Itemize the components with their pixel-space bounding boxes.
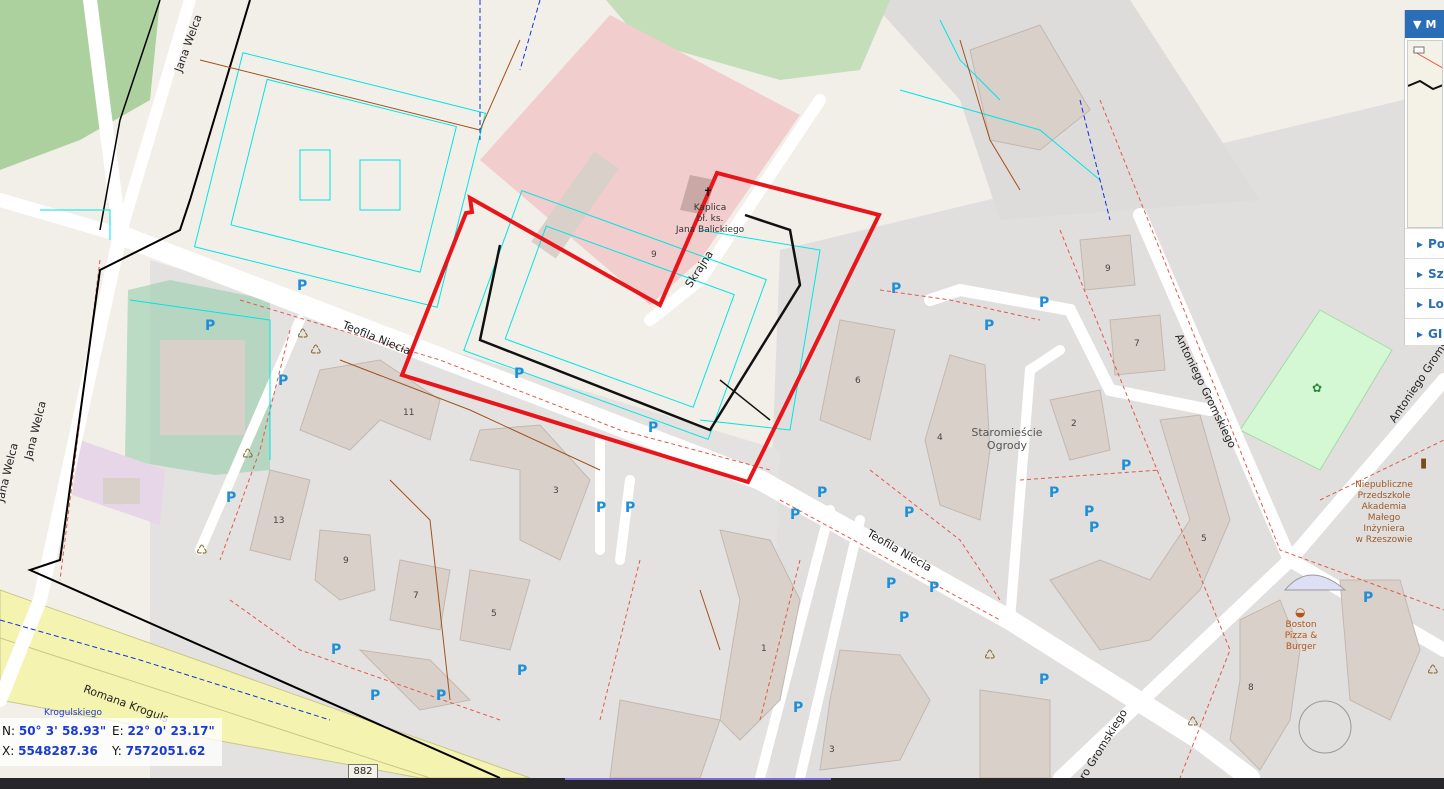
panel-item-2[interactable]: ▸ Sz bbox=[1405, 258, 1444, 288]
place-label-kaplica: Kaplica bł. ks. Jana Balickiego bbox=[675, 203, 745, 235]
svg-text:♺: ♺ bbox=[984, 648, 996, 663]
house-number: 7 bbox=[1134, 339, 1140, 349]
svg-text:P: P bbox=[899, 610, 909, 626]
svg-text:P: P bbox=[891, 281, 901, 297]
layer-panel: ▼ M ▸ Po ▸ Sz ▸ Lo ▸ GI bbox=[1404, 10, 1444, 345]
house-number: 1 bbox=[761, 644, 767, 654]
house-number: 4 bbox=[937, 433, 943, 443]
house-number: 9 bbox=[343, 556, 349, 566]
pitch-building bbox=[160, 340, 245, 435]
coord-e-value: 22° 0' 23.17" bbox=[127, 724, 215, 738]
house-number: 9 bbox=[1105, 264, 1111, 274]
svg-text:P: P bbox=[1039, 295, 1049, 311]
place-label-boston-pizza: Boston Pizza & Burger bbox=[1284, 620, 1318, 652]
svg-text:P: P bbox=[984, 318, 994, 334]
svg-text:P: P bbox=[648, 420, 658, 436]
house-number: 3 bbox=[829, 745, 835, 755]
svg-text:P: P bbox=[790, 507, 800, 523]
house-number: 5 bbox=[1201, 534, 1207, 544]
coord-y-value: 7572051.62 bbox=[125, 744, 206, 758]
coord-x-value: 5548287.36 bbox=[18, 744, 98, 758]
house-number: 7 bbox=[413, 591, 419, 601]
svg-text:P: P bbox=[517, 663, 527, 679]
school-building bbox=[103, 478, 140, 504]
svg-text:♺: ♺ bbox=[1187, 715, 1199, 730]
chapel-cross-icon: ✝ bbox=[703, 185, 714, 199]
house-number: 8 bbox=[1248, 683, 1254, 693]
svg-text:P: P bbox=[1049, 485, 1059, 501]
triangle-right-icon: ▸ bbox=[1417, 236, 1424, 251]
coord-y-label: Y: bbox=[112, 744, 122, 758]
place-label-przedszkole: Niepubliczne Przedszkole Akademia Małego… bbox=[1355, 480, 1413, 545]
coordinate-readout: N: 50° 3' 58.93" E: 22° 0' 23.17" X: 554… bbox=[0, 718, 222, 766]
triangle-right-icon: ▸ bbox=[1417, 326, 1424, 341]
panel-header[interactable]: ▼ M bbox=[1405, 10, 1444, 38]
coord-n-value: 50° 3' 58.93" bbox=[18, 724, 107, 738]
svg-text:P: P bbox=[436, 688, 446, 704]
triangle-right-icon: ▸ bbox=[1417, 266, 1424, 281]
bus-stop-label: Krogulskiego bbox=[44, 708, 102, 718]
svg-text:P: P bbox=[929, 580, 939, 596]
svg-text:P: P bbox=[278, 373, 288, 389]
coord-n-label: N: bbox=[2, 724, 16, 738]
svg-text:P: P bbox=[370, 688, 380, 704]
panel-item-label: Po bbox=[1428, 236, 1444, 251]
bottom-taskbar bbox=[0, 778, 1444, 789]
svg-text:♺: ♺ bbox=[242, 447, 254, 462]
coord-x-label: X: bbox=[2, 744, 15, 758]
svg-text:P: P bbox=[1089, 520, 1099, 536]
house-number: 6 bbox=[855, 376, 861, 386]
svg-text:P: P bbox=[514, 366, 524, 382]
panel-item-label: Sz bbox=[1428, 266, 1444, 281]
house-number: 9 bbox=[651, 250, 657, 260]
svg-text:♺: ♺ bbox=[1427, 663, 1439, 678]
svg-text:P: P bbox=[331, 642, 341, 658]
svg-text:♺: ♺ bbox=[297, 327, 309, 342]
overview-map-thumbnail[interactable] bbox=[1407, 40, 1443, 228]
svg-text:P: P bbox=[1039, 672, 1049, 688]
playground-icon: ✿ bbox=[1312, 381, 1322, 395]
house-number: 5 bbox=[491, 609, 497, 619]
svg-text:P: P bbox=[205, 318, 215, 334]
active-window-indicator[interactable] bbox=[565, 778, 831, 780]
svg-text:P: P bbox=[1121, 458, 1131, 474]
panel-item-3[interactable]: ▸ Lo bbox=[1405, 288, 1444, 318]
svg-text:P: P bbox=[886, 576, 896, 592]
panel-item-label: GI bbox=[1428, 326, 1443, 341]
svg-text:P: P bbox=[1363, 590, 1373, 606]
svg-text:P: P bbox=[625, 500, 635, 516]
svg-text:P: P bbox=[226, 490, 236, 506]
panel-item-label: Lo bbox=[1428, 296, 1444, 311]
svg-text:P: P bbox=[596, 500, 606, 516]
house-number: 2 bbox=[1071, 419, 1077, 429]
house-number: 13 bbox=[273, 516, 285, 526]
svg-text:P: P bbox=[793, 700, 803, 716]
panel-item-4[interactable]: ▸ GI bbox=[1405, 318, 1444, 348]
book-icon: ▮ bbox=[1420, 456, 1428, 471]
svg-text:♺: ♺ bbox=[310, 343, 322, 358]
svg-text:P: P bbox=[817, 485, 827, 501]
svg-text:♺: ♺ bbox=[196, 543, 208, 558]
place-label-staromiescie-ogrody: Staromieście Ogrody bbox=[971, 426, 1043, 452]
map-canvas[interactable]: ✿ PPP PPP P PP PP P PPP PPP P PP PPP PPP… bbox=[0, 0, 1444, 778]
coord-e-label: E: bbox=[112, 724, 124, 738]
burger-icon: ◒ bbox=[1295, 605, 1306, 619]
panel-header-label: M bbox=[1425, 17, 1437, 31]
svg-text:P: P bbox=[904, 505, 914, 521]
house-number: 11 bbox=[403, 408, 415, 418]
triangle-right-icon: ▸ bbox=[1417, 296, 1424, 311]
svg-text:P: P bbox=[297, 278, 307, 294]
house-number: 3 bbox=[553, 486, 559, 496]
svg-text:P: P bbox=[1084, 504, 1094, 520]
panel-item-1[interactable]: ▸ Po bbox=[1405, 228, 1444, 258]
triangle-down-icon: ▼ bbox=[1413, 17, 1422, 31]
